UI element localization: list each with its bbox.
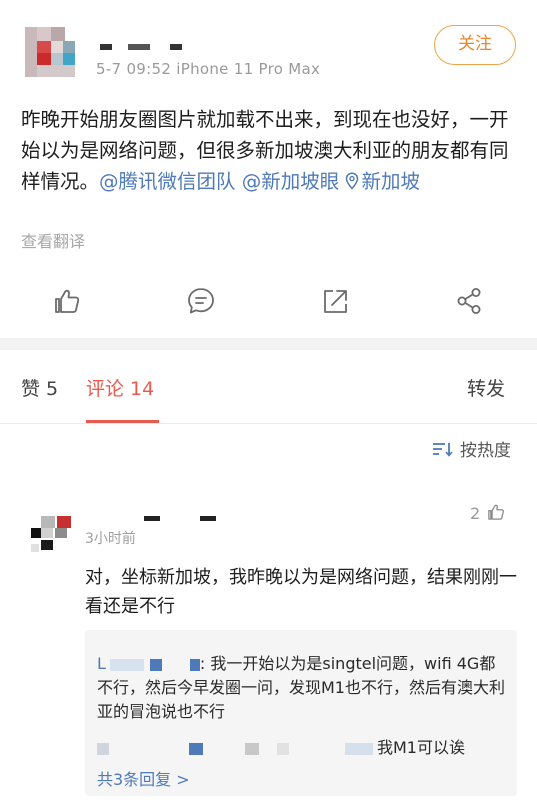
sort-label: 按热度	[460, 441, 511, 461]
more-replies-link[interactable]: 共3条回复 >	[97, 766, 190, 790]
forward-icon[interactable]	[452, 284, 486, 318]
tab-likes[interactable]: 赞 5	[21, 374, 58, 401]
reply-item: 我M1可以诶	[97, 736, 509, 760]
active-tab-indicator	[86, 420, 159, 423]
username-redacted	[128, 44, 150, 50]
action-bar	[0, 284, 537, 318]
comment-icon[interactable]	[184, 284, 218, 318]
comment-time: 3小时前	[85, 531, 136, 547]
reply-thread[interactable]: L: 我一开始以为是singtel问题，wifi 4G都不行，然后今早发圈一问，…	[85, 630, 517, 796]
mention-link[interactable]: @新加坡眼	[242, 170, 340, 193]
tab-bar: 赞 5 评论 14 转发	[0, 350, 537, 424]
tab-reposts[interactable]: 转发	[467, 374, 505, 401]
commenter-name-redacted	[144, 516, 160, 521]
post-card: 5-7 09:52 iPhone 11 Pro Max 关注 昨晚开始朋友圈图片…	[0, 0, 537, 338]
like-icon	[488, 504, 505, 520]
like-icon[interactable]	[50, 284, 84, 318]
name-redacted	[109, 658, 144, 671]
follow-button[interactable]: 关注	[434, 25, 516, 65]
name-redacted	[189, 658, 200, 671]
comment-text: 对，坐标新加坡，我昨晚以为是网络问题，结果刚刚一看还是不行	[85, 567, 517, 617]
section-divider	[0, 338, 537, 350]
name-redacted	[189, 742, 203, 755]
reply-body: 我M1可以诶	[377, 738, 465, 757]
sort-icon	[433, 443, 453, 457]
post-text: 昨晚开始朋友圈图片就加载不出来，到现在也没好，一开始以为是网络问题，但很多新加坡…	[21, 104, 521, 197]
tab-comments[interactable]: 评论 14	[86, 374, 154, 401]
comment-like-button[interactable]: 2	[470, 501, 507, 523]
location-link[interactable]: 新加坡	[345, 170, 420, 193]
reply-author[interactable]: L	[97, 654, 200, 673]
reply-author-initial: L	[97, 654, 106, 673]
name-redacted	[97, 742, 109, 755]
name-redacted	[149, 658, 162, 671]
username-redacted	[170, 44, 182, 50]
location-pin-icon	[346, 172, 359, 190]
share-icon[interactable]	[318, 284, 352, 318]
reply-item: L: 我一开始以为是singtel问题，wifi 4G都不行，然后今早发圈一问，…	[97, 652, 509, 724]
commenter-name-redacted	[200, 516, 216, 521]
username-redacted	[100, 44, 112, 50]
mention-link[interactable]: @腾讯微信团队	[99, 170, 236, 193]
comment-like-count: 2	[470, 504, 481, 523]
name-redacted	[245, 742, 259, 755]
location-label: 新加坡	[361, 170, 420, 193]
post-meta: 5-7 09:52 iPhone 11 Pro Max	[96, 60, 321, 78]
name-redacted	[345, 742, 373, 755]
sort-toggle[interactable]: 按热度	[432, 436, 511, 461]
commenter-avatar[interactable]	[27, 514, 73, 560]
name-redacted	[277, 742, 289, 755]
avatar[interactable]	[25, 27, 75, 77]
translate-link[interactable]: 查看翻译	[21, 228, 85, 252]
